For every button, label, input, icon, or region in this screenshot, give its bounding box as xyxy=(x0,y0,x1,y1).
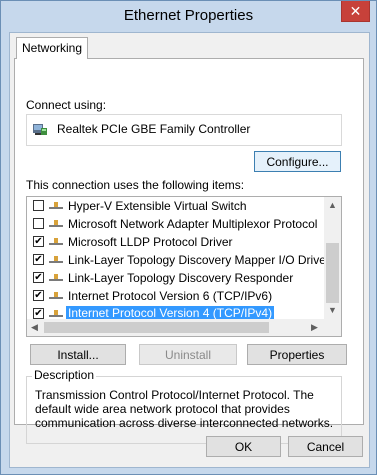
item-label: Link-Layer Topology Discovery Responder xyxy=(68,271,294,285)
item-checkbox[interactable]: ✔ xyxy=(33,236,44,247)
item-label: Microsoft Network Adapter Multiplexor Pr… xyxy=(68,217,318,231)
network-component-icon xyxy=(49,238,63,245)
item-checkbox[interactable] xyxy=(33,218,44,229)
item-checkbox[interactable]: ✔ xyxy=(33,272,44,283)
network-adapter-icon xyxy=(33,124,47,135)
item-checkbox[interactable] xyxy=(33,200,44,211)
description-title: Description xyxy=(32,368,97,382)
item-label: Internet Protocol Version 4 (TCP/IPv4) xyxy=(66,306,275,320)
connect-using-label: Connect using: xyxy=(26,98,107,112)
list-item[interactable]: ✔ Internet Protocol Version 6 (TCP/IPv6) xyxy=(27,287,323,305)
item-label: Microsoft LLDP Protocol Driver xyxy=(68,235,233,249)
ok-button[interactable]: OK xyxy=(206,436,281,457)
adapter-name: Realtek PCIe GBE Family Controller xyxy=(57,122,251,136)
scroll-up-icon[interactable]: ▲ xyxy=(328,200,337,210)
title-bar[interactable]: Ethernet Properties ✕ xyxy=(1,1,376,32)
horizontal-scroll-thumb[interactable] xyxy=(44,322,269,333)
list-item[interactable]: Microsoft Network Adapter Multiplexor Pr… xyxy=(27,215,323,233)
item-checkbox[interactable]: ✔ xyxy=(33,308,44,319)
network-component-icon xyxy=(49,292,63,299)
uninstall-button[interactable]: Uninstall xyxy=(139,344,237,365)
configure-button[interactable]: Configure... xyxy=(254,151,341,172)
adapter-box: Realtek PCIe GBE Family Controller xyxy=(26,114,342,146)
close-button[interactable]: ✕ xyxy=(341,1,370,22)
item-label: Hyper-V Extensible Virtual Switch xyxy=(68,199,247,213)
install-button[interactable]: Install... xyxy=(30,344,126,365)
list-item[interactable]: ✔ Link-Layer Topology Discovery Mapper I… xyxy=(27,251,330,269)
description-text: Transmission Control Protocol/Internet P… xyxy=(35,388,334,430)
window-title: Ethernet Properties xyxy=(123,7,254,24)
item-label: Internet Protocol Version 6 (TCP/IPv6) xyxy=(68,289,273,303)
scroll-left-icon[interactable]: ◀ xyxy=(31,322,38,333)
item-checkbox[interactable]: ✔ xyxy=(33,254,44,265)
dialog-client-area: Networking Connect using: Realtek PCIe G… xyxy=(9,32,370,468)
list-item[interactable]: Hyper-V Extensible Virtual Switch xyxy=(27,197,323,215)
networking-tab-panel: Connect using: Realtek PCIe GBE Family C… xyxy=(14,58,364,444)
description-group: Description Transmission Control Protoco… xyxy=(26,368,342,444)
dialog-window: Ethernet Properties ✕ Networking Connect… xyxy=(0,0,377,475)
network-component-icon xyxy=(49,202,63,209)
components-list[interactable]: Hyper-V Extensible Virtual Switch Micros… xyxy=(26,196,342,337)
horizontal-scrollbar[interactable]: ◀ ▶ xyxy=(27,319,324,336)
network-component-icon xyxy=(49,220,63,227)
list-item[interactable]: ✔ Link-Layer Topology Discovery Responde… xyxy=(27,269,323,287)
list-item[interactable]: ✔ Microsoft LLDP Protocol Driver xyxy=(27,233,323,251)
cancel-button[interactable]: Cancel xyxy=(288,436,363,457)
network-component-icon xyxy=(49,310,63,317)
vertical-scrollbar[interactable]: ▲ ▼ xyxy=(324,197,341,319)
vertical-scroll-thumb[interactable] xyxy=(326,243,339,303)
network-component-icon xyxy=(49,256,63,263)
properties-button[interactable]: Properties xyxy=(247,344,347,365)
scroll-right-icon[interactable]: ▶ xyxy=(311,322,318,333)
item-label: Link-Layer Topology Discovery Mapper I/O… xyxy=(68,253,330,267)
scrollbar-corner xyxy=(324,319,341,336)
network-component-icon xyxy=(49,274,63,281)
scroll-down-icon[interactable]: ▼ xyxy=(328,305,337,315)
tab-networking[interactable]: Networking xyxy=(16,37,88,59)
items-label: This connection uses the following items… xyxy=(26,178,245,192)
item-checkbox[interactable]: ✔ xyxy=(33,290,44,301)
